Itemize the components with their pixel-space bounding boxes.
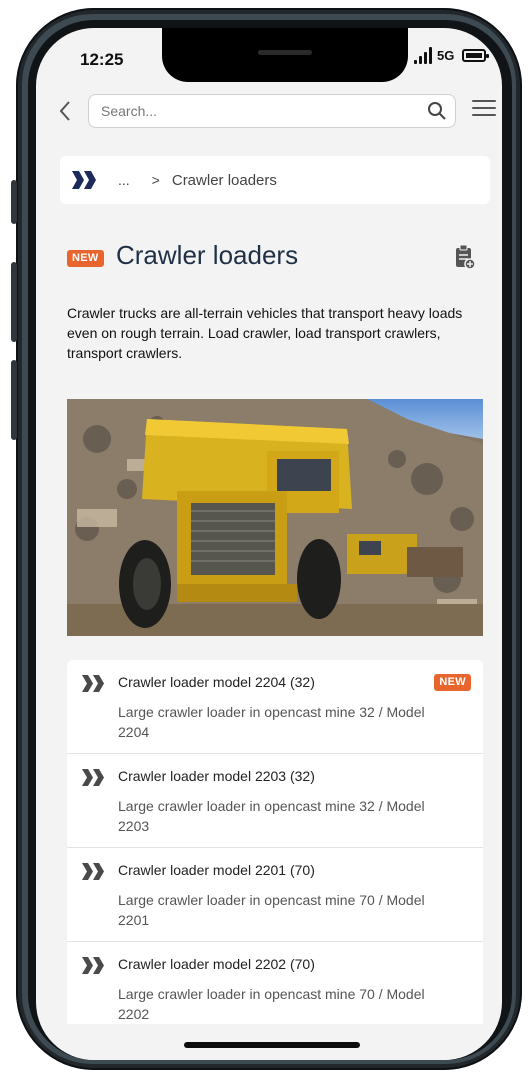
breadcrumb-home[interactable]	[70, 171, 100, 189]
hamburger-icon	[472, 100, 496, 116]
phone-mute-switch	[11, 180, 17, 224]
search-input[interactable]	[101, 95, 411, 127]
crawler-truck-photo	[67, 399, 483, 636]
page-title: Crawler loaders	[116, 240, 299, 270]
breadcrumb: ... > Crawler loaders	[60, 156, 490, 204]
breadcrumb-current: Crawler loaders	[171, 171, 277, 189]
search-icon	[428, 102, 446, 120]
home-bar-area	[36, 1024, 502, 1060]
list-item-description: Large crawler loader in opencast mine 32…	[118, 798, 425, 834]
double-chevron-icon	[82, 957, 104, 974]
new-badge: NEW	[67, 250, 104, 267]
clipboard-button[interactable]	[454, 244, 476, 270]
list-item-description: Large crawler loader in opencast mine 70…	[118, 986, 425, 1022]
double-chevron-icon	[82, 675, 104, 692]
battery-icon	[462, 48, 490, 62]
list-item-title: Crawler loader model 2201 (70)	[118, 862, 315, 878]
list-item-title: Crawler loader model 2204 (32)	[118, 674, 315, 690]
clipboard-plus-icon	[456, 244, 476, 270]
speaker-grille	[258, 50, 312, 55]
breadcrumb-ellipsis[interactable]: ...	[118, 172, 130, 188]
list-item[interactable]: Crawler loader model 2203 (32) Large cra…	[67, 754, 483, 848]
menu-button[interactable]	[472, 100, 496, 122]
notch	[162, 28, 408, 82]
network-type: 5G	[437, 47, 455, 63]
page-description: Crawler trucks are all-terrain vehicles …	[67, 305, 463, 361]
home-indicator[interactable]	[184, 1042, 360, 1048]
double-chevron-icon	[82, 863, 104, 880]
list-item-description: Large crawler loader in opencast mine 32…	[118, 704, 425, 740]
back-button[interactable]	[54, 98, 76, 124]
status-time: 12:25	[80, 50, 124, 69]
product-list: Crawler loader model 2204 (32) NEW Large…	[67, 660, 483, 1036]
double-chevron-icon	[82, 769, 104, 786]
search-box	[88, 94, 456, 128]
list-item-title: Crawler loader model 2203 (32)	[118, 768, 315, 784]
list-item[interactable]: Crawler loader model 2204 (32) NEW Large…	[67, 660, 483, 754]
list-item[interactable]: Crawler loader model 2201 (70) Large cra…	[67, 848, 483, 942]
new-badge: NEW	[434, 674, 471, 691]
phone-volume-down-button	[11, 360, 17, 440]
list-item-title: Crawler loader model 2202 (70)	[118, 956, 315, 972]
hero-image	[67, 399, 483, 636]
list-item-description: Large crawler loader in opencast mine 70…	[118, 892, 425, 928]
phone-volume-up-button	[11, 262, 17, 342]
status-indicators: 5G	[414, 46, 490, 64]
double-chevron-icon	[72, 171, 96, 189]
list-item[interactable]: Crawler loader model 2202 (70) Large cra…	[67, 942, 483, 1036]
chevron-left-icon	[59, 101, 70, 121]
search-button[interactable]	[427, 101, 447, 126]
breadcrumb-separator: >	[151, 172, 160, 188]
signal-icon	[414, 46, 432, 64]
phone-screen: 12:25 5G ...	[36, 28, 502, 1060]
